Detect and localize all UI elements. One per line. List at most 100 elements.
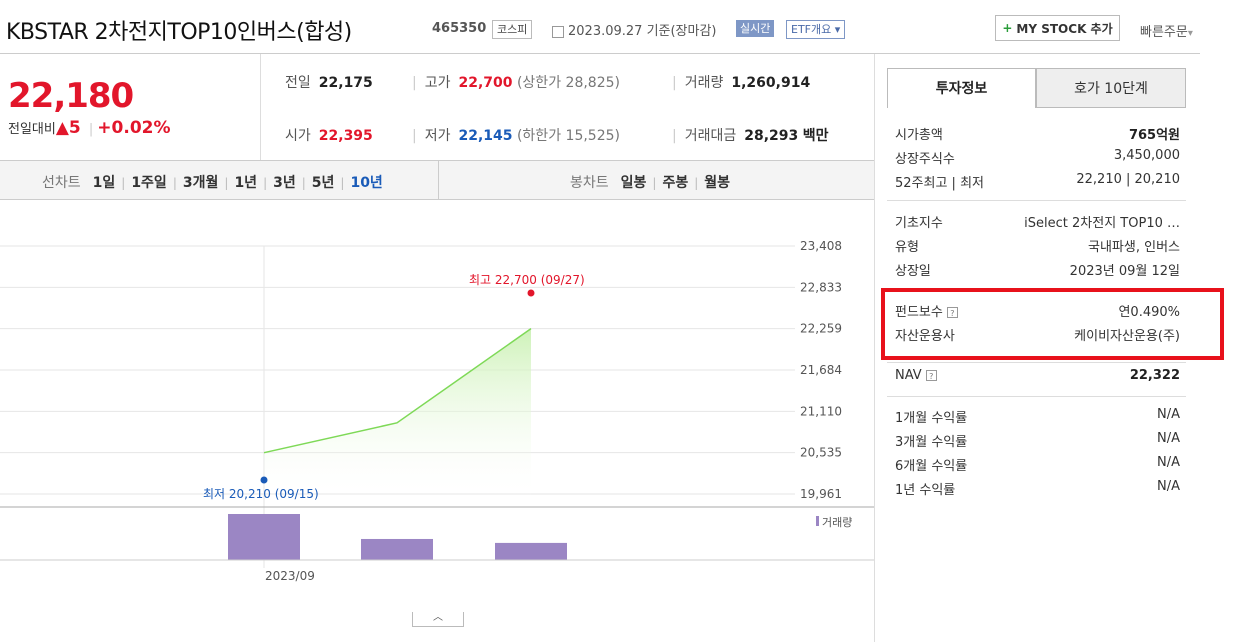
period-tab[interactable]: 1주일 (131, 175, 167, 191)
change-value: 5 (68, 118, 81, 138)
return-label: 3개월 수익률 (895, 435, 968, 450)
return-value: N/A (1157, 479, 1180, 494)
help-icon[interactable]: ? (925, 370, 937, 381)
max-marker (527, 289, 535, 297)
highlight-box (881, 288, 1224, 360)
min-label: 최저 20,210 (09/15) (203, 487, 319, 501)
quick-order-dropdown[interactable]: 빠른주문▾ (1140, 21, 1193, 40)
collapse-button[interactable]: ︿ (412, 612, 464, 627)
volume-legend: 거래량 (822, 516, 852, 529)
open-price: 시가 22,395 (285, 125, 373, 145)
trade-amount-unit: 백만 (802, 128, 829, 144)
chevron-down-icon: ▾ (1187, 28, 1193, 39)
y-tick-label: 20,535 (800, 446, 842, 460)
line-chart-label: 선차트 (42, 175, 81, 191)
price-chart: 23,408 22,833 22,259 21,684 21,110 20,535 19,9… (0, 239, 874, 583)
candle-period-tab[interactable]: 일봉 (621, 175, 647, 191)
my-stock-label: MY STOCK 추가 (1016, 21, 1113, 36)
nav-label: NAV (895, 368, 922, 383)
high-label: 고가 (424, 75, 451, 91)
divider: | (694, 176, 699, 190)
fund-info-value: 2023년 09월 12일 (1069, 264, 1180, 279)
period-tab[interactable]: 10년 (350, 175, 382, 191)
divider (260, 54, 261, 160)
current-price: 22,180 (8, 76, 134, 116)
realtime-button[interactable]: 실시간 (736, 20, 775, 37)
fund-info-label: 기초지수 (895, 216, 943, 231)
period-tab[interactable]: 5년 (312, 175, 335, 191)
candle-chart-tabs: 봉차트 일봉 | 주봉 | 월봉 (570, 172, 730, 192)
divider: | (121, 176, 126, 190)
candle-period-tab[interactable]: 월봉 (704, 175, 730, 191)
quick-order-label: 빠른주문 (1140, 25, 1188, 40)
y-tick-label: 21,684 (800, 363, 842, 377)
prev-close-value: 22,175 (318, 75, 373, 91)
divider: | (340, 176, 345, 190)
max-label: 최고 22,700 (09/27) (469, 273, 585, 287)
tab-invest-info[interactable]: 투자정보 (887, 68, 1036, 108)
period-tab[interactable]: 1년 (234, 175, 257, 191)
nav-value: 22,322 (1129, 368, 1180, 383)
period-tab[interactable]: 1일 (93, 175, 116, 191)
date-text: 2023.09.27 기준(장마감) (568, 24, 717, 39)
volume-legend-swatch (816, 516, 819, 526)
stock-title: KBSTAR 2차전지TOP10인버스(합성) (6, 20, 352, 45)
chevron-up-icon: ︿ (433, 612, 443, 623)
return-row: 3개월 수익률 N/A (895, 431, 1180, 453)
divider (874, 54, 875, 642)
info-row: 52주최고 | 최저 22,210 | 20,210 (895, 172, 1180, 194)
nav-row: NAV? 22,322 (895, 368, 1180, 390)
fund-info-value: 국내파생, 인버스 (1088, 240, 1180, 255)
period-tab[interactable]: 3개월 (183, 175, 219, 191)
return-label: 1년 수익률 (895, 483, 956, 498)
info-label: 시가총액 (895, 128, 943, 143)
low-price: | 저가 22,145 (하한가 15,525) (412, 128, 620, 144)
trade-amount-label: 거래대금 (684, 128, 737, 144)
market-badge: 코스피 (492, 20, 533, 39)
y-tick-label: 22,259 (800, 322, 842, 336)
y-tick-label: 23,408 (800, 239, 842, 253)
volume-bar (228, 514, 300, 560)
etf-overview-label: ETF개요 (791, 23, 832, 36)
tab-quote-10[interactable]: 호가 10단계 (1036, 68, 1186, 108)
fund-info-row: 유형 국내파생, 인버스 (895, 236, 1180, 258)
return-value: N/A (1157, 407, 1180, 422)
candle-period-tab[interactable]: 주봉 (662, 175, 688, 191)
info-value: 22,210 | 20,210 (1076, 172, 1180, 187)
return-label: 1개월 수익률 (895, 411, 968, 426)
divider (887, 200, 1186, 201)
header-divider (0, 53, 1200, 54)
volume-bar (495, 542, 567, 560)
period-tab[interactable]: 3년 (273, 175, 296, 191)
info-label: 52주최고 | 최저 (895, 176, 984, 191)
min-marker (260, 476, 268, 484)
change-percent: +0.02% (97, 118, 171, 138)
change-label: 전일대비 (8, 122, 56, 137)
up-triangle-icon: ▲ (55, 118, 69, 138)
my-stock-add-button[interactable]: + MY STOCK 추가 (995, 15, 1120, 41)
high-value: 22,700 (458, 75, 513, 91)
lower-limit-value: 15,525) (565, 128, 620, 144)
plus-icon: + (1002, 21, 1013, 35)
info-row: 상장주식수 3,450,000 (895, 148, 1180, 170)
divider: | (263, 176, 268, 190)
info-value: 765억원 (1128, 128, 1180, 143)
fund-info-label: 유형 (895, 240, 919, 255)
low-label: 저가 (424, 128, 451, 144)
price-area (264, 328, 531, 500)
line-chart-tabs: 선차트 1일 | 1주일 | 3개월 | 1년 | 3년 | 5년 | 10년 (42, 172, 383, 192)
return-label: 6개월 수익률 (895, 459, 968, 474)
calendar-icon (552, 25, 564, 38)
divider (887, 396, 1186, 397)
divider: | (301, 176, 306, 190)
volume-label: 거래량 (684, 75, 724, 91)
upper-limit-value: 28,825) (565, 75, 620, 91)
prev-close: 전일 22,175 (285, 72, 373, 92)
return-value: N/A (1157, 455, 1180, 470)
volume-value: 1,260,914 (731, 75, 811, 91)
etf-overview-dropdown[interactable]: ETF개요 ▾ (786, 20, 846, 39)
fund-info-label: 상장일 (895, 264, 931, 279)
return-row: 6개월 수익률 N/A (895, 455, 1180, 477)
divider: | (172, 176, 177, 190)
divider (887, 362, 1186, 363)
